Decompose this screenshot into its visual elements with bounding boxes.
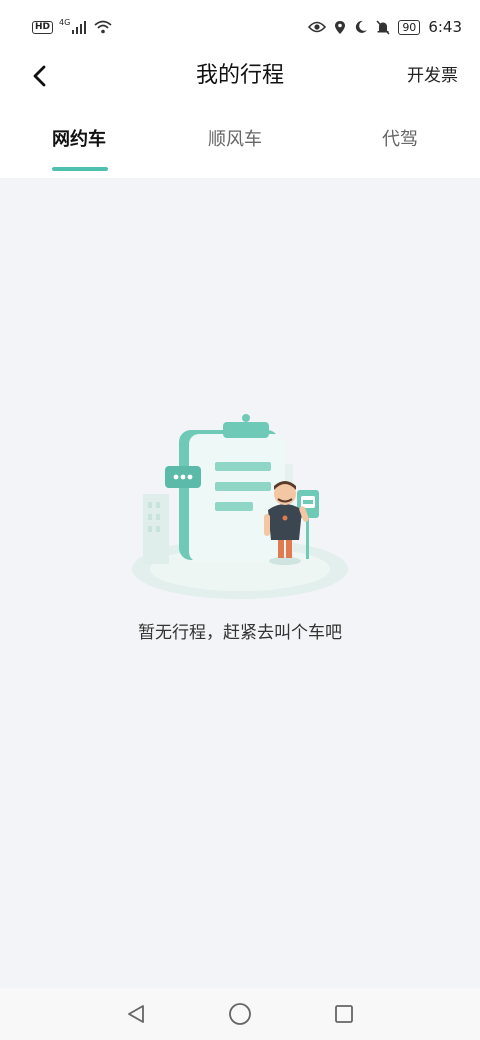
tab-ride-hailing[interactable]: 网约车 xyxy=(0,100,174,178)
location-icon xyxy=(335,20,346,34)
tab-label: 网约车 xyxy=(52,129,106,150)
hd-badge: HD xyxy=(32,20,54,34)
signal-icon xyxy=(72,21,87,34)
status-bar: HD 4G 90 6:43 xyxy=(0,0,480,54)
top-app-bar: 我的行程 开发票 xyxy=(0,54,480,100)
nav-back-button[interactable] xyxy=(119,997,153,1031)
moon-icon xyxy=(356,20,368,33)
trip-type-tabs: 网约车 顺风车 代驾 xyxy=(0,100,480,178)
empty-state-message: 暂无行程，赶紧去叫个车吧 xyxy=(138,623,342,643)
trip-list-area: 暂无行程，赶紧去叫个车吧 xyxy=(0,178,480,988)
eye-icon xyxy=(308,21,327,33)
battery-indicator: 90 xyxy=(398,19,421,35)
invoice-button[interactable]: 开发票 xyxy=(407,60,458,92)
tab-label: 代驾 xyxy=(382,129,418,150)
active-tab-indicator xyxy=(52,167,108,171)
tab-designated-driver[interactable]: 代驾 xyxy=(296,100,480,178)
network-label: 4G xyxy=(59,18,71,27)
clock: 6:43 xyxy=(428,18,462,36)
bell-muted-icon xyxy=(376,19,390,35)
nav-recent-button[interactable] xyxy=(327,997,361,1031)
status-right: 90 6:43 xyxy=(308,18,462,36)
wifi-icon xyxy=(94,20,112,34)
square-recent-icon xyxy=(335,1005,353,1023)
tab-carpool[interactable]: 顺风车 xyxy=(174,100,296,178)
system-navigation-bar xyxy=(0,988,480,1040)
nav-home-button[interactable] xyxy=(223,997,257,1031)
triangle-back-icon xyxy=(128,1005,144,1023)
status-left: HD 4G xyxy=(32,18,112,34)
circle-home-icon xyxy=(229,1003,251,1025)
tab-label: 顺风车 xyxy=(208,129,262,150)
empty-trips-illustration xyxy=(132,414,348,599)
